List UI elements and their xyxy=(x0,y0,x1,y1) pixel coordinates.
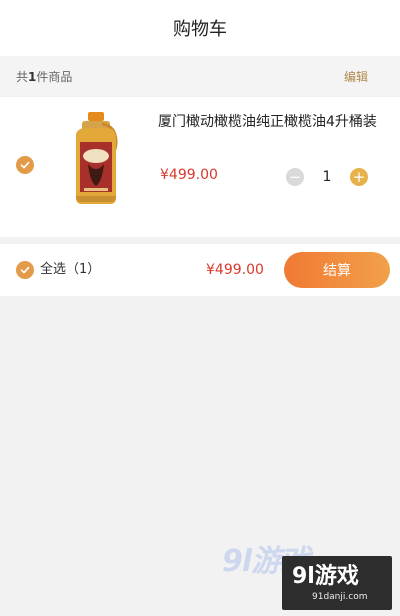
item-count-suffix: 件商品 xyxy=(36,69,73,84)
item-checkbox[interactable] xyxy=(16,156,34,174)
watermark-brand: 9l游戏 xyxy=(292,564,359,589)
increase-quantity-button[interactable]: + xyxy=(350,168,368,186)
quantity-value[interactable]: 1 xyxy=(304,169,350,185)
edit-button[interactable]: 编辑 xyxy=(344,68,368,85)
minus-icon: − xyxy=(288,168,302,186)
decrease-quantity-button[interactable]: − xyxy=(286,168,304,186)
product-name[interactable]: 厦门橄动橄榄油纯正橄榄油4升桶装 xyxy=(158,112,378,133)
checkout-button[interactable]: 结算 xyxy=(284,252,390,288)
page-title: 购物车 xyxy=(173,19,227,40)
cart-item: 厦门橄动橄榄油纯正橄榄油4升桶装 ¥499.00 − 1 + xyxy=(0,97,400,237)
item-price: ¥499.00 xyxy=(160,167,218,183)
page-header: 购物车 xyxy=(0,0,400,56)
watermark-url: 91danji.com xyxy=(312,592,368,602)
select-all-label[interactable]: 全选（1） xyxy=(40,261,100,279)
check-icon xyxy=(20,266,30,274)
plus-icon: + xyxy=(352,168,366,186)
check-icon xyxy=(20,161,30,169)
total-price: ¥499.00 xyxy=(206,262,264,278)
site-watermark: 9l游戏 9l游戏 91danji.com xyxy=(222,536,392,610)
checkout-bar: 全选（1） ¥499.00 结算 xyxy=(0,244,400,296)
cart-summary-bar: 共1件商品 编辑 xyxy=(0,56,400,96)
select-all-checkbox[interactable] xyxy=(16,261,34,279)
quantity-stepper: − 1 + xyxy=(286,167,368,187)
item-count-text: 共1件商品 xyxy=(16,68,72,85)
olive-oil-bottle-image xyxy=(76,112,118,204)
item-count-prefix: 共 xyxy=(16,69,29,84)
